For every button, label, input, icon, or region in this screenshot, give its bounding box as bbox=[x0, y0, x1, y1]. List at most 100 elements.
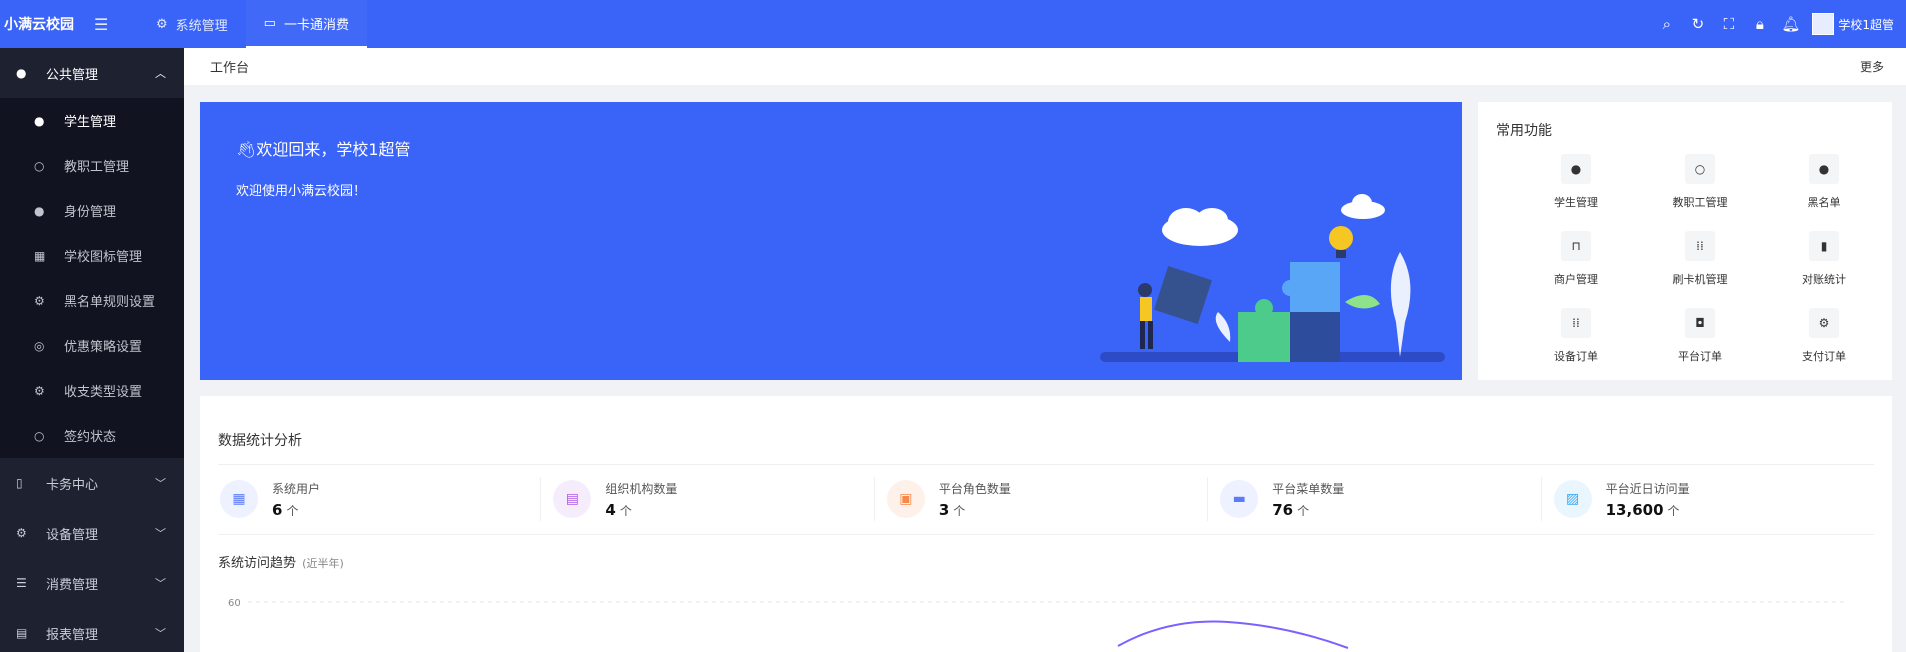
quick-item-blacklist[interactable]: ● 黑名单 bbox=[1762, 154, 1886, 231]
user-icon: ● bbox=[34, 113, 45, 128]
stats-panel: 数据统计分析 ▦ 系统用户 6个 ▤ 组织机构数量 4个 ▣ 平台角色数量 3个… bbox=[200, 396, 1892, 652]
sidebar-group-card-center[interactable]: ▯ 卡务中心 ﹀ bbox=[0, 458, 184, 508]
app-logo[interactable]: 小满云校园 bbox=[0, 14, 80, 34]
sidebar-group-devices[interactable]: ⚙ 设备管理 ﹀ bbox=[0, 508, 184, 558]
search-icon[interactable]: ⌕ bbox=[1651, 15, 1682, 33]
welcome-banner: 👋︎欢迎回来，学校1超管 欢迎使用小满云校园！ bbox=[200, 102, 1462, 380]
quick-item-label: 刷卡机管理 bbox=[1672, 273, 1728, 286]
sidebar: ● 公共管理 ︿ ● 学生管理 ○ 教职工管理 ● 身份管理 ▦ 学校图标管理 … bbox=[0, 48, 184, 652]
quick-item-merchants[interactable]: ⊓ 商户管理 bbox=[1514, 231, 1638, 308]
top-nav: ⚙ 系统管理 ▭ 一卡通消费 bbox=[138, 0, 367, 48]
sidebar-submenu: ● 学生管理 ○ 教职工管理 ● 身份管理 ▦ 学校图标管理 ⚙ 黑名单规则设置… bbox=[0, 98, 184, 458]
gear-icon: ⚙ bbox=[1809, 308, 1839, 338]
quick-item-label: 学生管理 bbox=[1554, 196, 1598, 209]
quick-functions-panel: 常用功能 ● 学生管理 ○ 教职工管理 ● 黑名单 ⊓ 商户管理 ⁞⁞ 刷卡机管… bbox=[1478, 102, 1892, 380]
quick-item-card-machines[interactable]: ⁞⁞ 刷卡机管理 bbox=[1638, 231, 1762, 308]
quick-item-label: 平台订单 bbox=[1678, 350, 1722, 363]
sidebar-group-label: 消费管理 bbox=[46, 577, 99, 593]
sidebar-item-label: 学生管理 bbox=[64, 115, 117, 130]
gear-icon: ⚙ bbox=[156, 16, 168, 32]
hand-wave-icon: 👋︎ bbox=[236, 140, 257, 159]
user-icon: ● bbox=[1809, 154, 1839, 184]
chevron-down-icon: ﹀ bbox=[155, 477, 166, 490]
chevron-down-icon: ﹀ bbox=[155, 577, 166, 590]
metric-unit: 个 bbox=[286, 503, 299, 518]
sidebar-item-discount[interactable]: ◎ 优惠策略设置 bbox=[0, 323, 184, 368]
card-icon: ▭ bbox=[263, 15, 276, 31]
quick-item-reconciliation[interactable]: ▮ 对账统计 bbox=[1762, 231, 1886, 308]
user-outline-icon: ○ bbox=[34, 428, 45, 443]
trend-subtitle: (近半年) bbox=[302, 557, 344, 570]
quick-item-staff[interactable]: ○ 教职工管理 bbox=[1638, 154, 1762, 231]
menu-list-icon: ▬ bbox=[1220, 480, 1259, 518]
metric-value: 4 bbox=[605, 500, 616, 519]
top-nav-card-consume[interactable]: ▭ 一卡通消费 bbox=[245, 0, 367, 48]
quick-item-label: 支付订单 bbox=[1802, 350, 1846, 363]
quick-item-label: 对账统计 bbox=[1802, 273, 1846, 286]
top-nav-system[interactable]: ⚙ 系统管理 bbox=[138, 0, 246, 48]
page-title: 工作台 bbox=[210, 61, 250, 76]
menu-fold-icon[interactable]: ☰ bbox=[94, 15, 118, 34]
gear-icon: ⚙ bbox=[34, 293, 45, 308]
role-icon: ▣ bbox=[886, 480, 925, 518]
sidebar-item-school-icon[interactable]: ▦ 学校图标管理 bbox=[0, 233, 184, 278]
metric-unit: 个 bbox=[1667, 503, 1680, 518]
quick-item-device-orders[interactable]: ⁞⁞ 设备订单 bbox=[1514, 308, 1638, 385]
user-menu[interactable]: 学校1超管 bbox=[1812, 13, 1894, 35]
quick-item-payment-orders[interactable]: ⚙ 支付订单 bbox=[1762, 308, 1886, 385]
bell-icon[interactable]: 🔔︎ bbox=[1775, 15, 1806, 33]
trend-title-text: 系统访问趋势 bbox=[218, 556, 297, 571]
sidebar-group-label: 公共管理 bbox=[46, 67, 99, 83]
sidebar-item-contract[interactable]: ○ 签约状态 bbox=[0, 413, 184, 458]
more-button[interactable]: 更多 bbox=[1860, 58, 1884, 75]
sidebar-group-consume[interactable]: ☰ 消费管理 ﹀ bbox=[0, 558, 184, 608]
quick-item-students[interactable]: ● 学生管理 bbox=[1514, 154, 1638, 231]
top-nav-label: 一卡通消费 bbox=[283, 17, 349, 33]
user-icon: ● bbox=[16, 66, 27, 80]
quick-functions-grid: ● 学生管理 ○ 教职工管理 ● 黑名单 ⊓ 商户管理 ⁞⁞ 刷卡机管理 ▮ 对… bbox=[1514, 154, 1886, 385]
sidebar-group-label: 报表管理 bbox=[46, 627, 99, 643]
order-icon: ◘ bbox=[1685, 308, 1715, 338]
gear-icon: ⚙ bbox=[34, 383, 45, 398]
stats-title: 数据统计分析 bbox=[218, 433, 302, 449]
top-right-tools: ⌕ ↻ ⛶ 🔒︎ 🔔︎ 学校1超管 bbox=[1651, 0, 1906, 48]
fullscreen-icon[interactable]: ⛶ bbox=[1713, 15, 1744, 33]
y-tick-label: 60 bbox=[228, 598, 241, 609]
sidebar-item-identity[interactable]: ● 身份管理 bbox=[0, 188, 184, 233]
metric-unit: 个 bbox=[1297, 503, 1310, 518]
metric-value: 6 bbox=[272, 500, 283, 519]
series-line bbox=[1117, 620, 1349, 649]
sidebar-item-income-expense[interactable]: ⚙ 收支类型设置 bbox=[0, 368, 184, 413]
sidebar-item-label: 收支类型设置 bbox=[64, 385, 143, 400]
chevron-down-icon: ﹀ bbox=[155, 627, 166, 640]
metric-value: 13,600 bbox=[1605, 500, 1664, 519]
welcome-title-text: 欢迎回来，学校1超管 bbox=[256, 140, 411, 159]
apps-icon: ▦ bbox=[220, 480, 258, 518]
sidebar-group-label: 设备管理 bbox=[46, 527, 99, 543]
quick-item-platform-orders[interactable]: ◘ 平台订单 bbox=[1638, 308, 1762, 385]
sidebar-item-staff[interactable]: ○ 教职工管理 bbox=[0, 143, 184, 188]
chevron-up-icon: ︿ bbox=[155, 67, 166, 80]
quick-item-label: 黑名单 bbox=[1807, 196, 1841, 209]
quick-item-label: 设备订单 bbox=[1554, 350, 1598, 363]
sidebar-group-reports[interactable]: ▤ 报表管理 ﹀ bbox=[0, 608, 184, 652]
metric-label: 系统用户 bbox=[272, 481, 321, 496]
quick-item-label: 商户管理 bbox=[1554, 273, 1598, 286]
quick-item-label: 教职工管理 bbox=[1672, 196, 1728, 209]
sidebar-group-public[interactable]: ● 公共管理 ︿ bbox=[0, 48, 184, 98]
sidebar-item-students[interactable]: ● 学生管理 bbox=[0, 98, 184, 143]
user-outline-icon: ○ bbox=[34, 158, 45, 173]
divider bbox=[218, 534, 1874, 535]
refresh-icon[interactable]: ↻ bbox=[1682, 15, 1713, 33]
top-nav-label: 系统管理 bbox=[175, 18, 228, 34]
metric-label: 平台角色数量 bbox=[938, 481, 1011, 496]
shop-bag-icon: ⊓ bbox=[1561, 231, 1591, 261]
building-icon: ▦ bbox=[34, 248, 46, 263]
user-icon: ● bbox=[1561, 154, 1591, 184]
lock-icon[interactable]: 🔒︎ bbox=[1744, 15, 1775, 33]
sidebar-item-blacklist-rules[interactable]: ⚙ 黑名单规则设置 bbox=[0, 278, 184, 323]
metrics-row: ▦ 系统用户 6个 ▤ 组织机构数量 4个 ▣ 平台角色数量 3个 ▬ 平台菜单… bbox=[218, 464, 1874, 534]
sidebar-item-label: 优惠策略设置 bbox=[64, 340, 143, 355]
user-icon: ● bbox=[34, 203, 45, 218]
grid-icon: ⁞⁞ bbox=[1561, 308, 1591, 338]
